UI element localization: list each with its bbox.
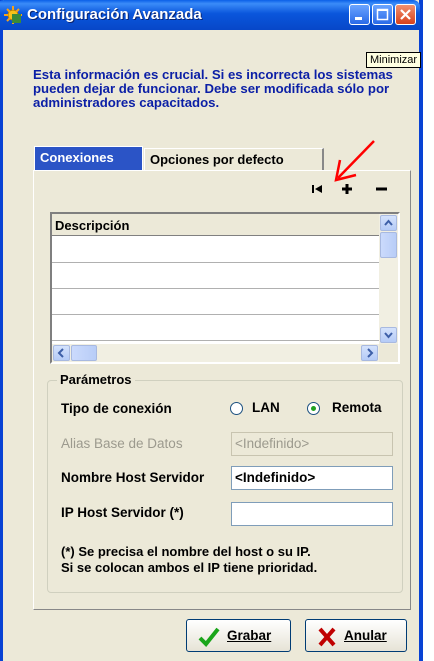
parametros-group-label: Parámetros	[57, 372, 135, 387]
minimize-tooltip: Minimizar	[366, 52, 422, 68]
scroll-left-button[interactable]	[53, 345, 70, 361]
chevron-right-icon	[367, 348, 374, 358]
radio-lan[interactable]	[230, 402, 243, 415]
close-button[interactable]	[395, 4, 416, 25]
alias-base-datos-field[interactable]: <Indefinido>	[231, 432, 393, 456]
scroll-up-button[interactable]	[380, 215, 397, 231]
grid-row-divider	[52, 262, 379, 263]
tab-opciones-por-defecto[interactable]: Opciones por defecto	[144, 148, 324, 170]
chevron-left-icon	[57, 348, 64, 358]
radio-selected-dot	[311, 406, 316, 411]
tab-conexiones[interactable]: Conexiones	[34, 146, 143, 170]
minus-icon	[376, 187, 387, 191]
scroll-corner	[379, 344, 398, 362]
chevron-down-icon	[384, 332, 393, 339]
radio-lan-label[interactable]: LAN	[252, 400, 280, 415]
first-record-button[interactable]	[306, 180, 328, 198]
app-icon	[4, 6, 22, 24]
window-title: Configuración Avanzada	[27, 6, 202, 23]
host-note-line1: (*) Se precisa el nombre del host o su I…	[61, 544, 311, 559]
horizontal-scrollbar[interactable]	[52, 344, 379, 362]
delete-record-button[interactable]	[370, 180, 392, 198]
scroll-right-button[interactable]	[361, 345, 378, 361]
anular-label: Anular	[344, 628, 387, 643]
cancel-x-icon	[318, 627, 336, 647]
anular-button[interactable]: Anular	[305, 619, 407, 652]
minimize-button[interactable]	[349, 4, 370, 25]
grid-row-divider	[52, 288, 379, 289]
title-bar[interactable]: Configuración Avanzada	[0, 0, 420, 30]
radio-remota[interactable]	[307, 402, 320, 415]
close-icon	[400, 9, 411, 20]
warning-text: Esta información es crucial. Si es incor…	[33, 67, 393, 110]
grabar-button[interactable]: Grabar	[186, 619, 291, 652]
maximize-button[interactable]	[372, 4, 393, 25]
tipo-conexion-label: Tipo de conexión	[61, 401, 172, 416]
horizontal-scroll-thumb[interactable]	[71, 345, 97, 361]
ip-host-label: IP Host Servidor (*)	[61, 505, 184, 520]
vertical-scrollbar[interactable]	[379, 214, 398, 344]
first-record-icon	[312, 185, 322, 193]
plus-icon	[342, 184, 352, 194]
chevron-up-icon	[384, 219, 393, 226]
add-record-button[interactable]	[336, 180, 358, 198]
grabar-label: Grabar	[227, 628, 272, 643]
host-note: (*) Se precisa el nombre del host o su I…	[61, 544, 317, 576]
checkmark-icon	[198, 627, 220, 647]
alias-base-datos-label: Alias Base de Datos	[61, 436, 183, 451]
grid-row-divider	[52, 340, 379, 341]
ip-host-field[interactable]	[231, 502, 393, 526]
nombre-host-field[interactable]: <Indefinido>	[231, 466, 393, 490]
records-grid[interactable]: Descripción	[50, 212, 400, 364]
grid-row-divider	[52, 314, 379, 315]
nombre-host-label: Nombre Host Servidor	[61, 470, 205, 485]
minimize-icon	[355, 17, 362, 20]
grid-column-header[interactable]: Descripción	[52, 214, 379, 236]
scroll-down-button[interactable]	[380, 327, 397, 343]
vertical-scroll-thumb[interactable]	[380, 232, 397, 258]
host-note-line2: Si se colocan ambos el IP tiene priorida…	[61, 560, 318, 575]
maximize-icon	[376, 8, 389, 21]
radio-remota-label[interactable]: Remota	[332, 400, 382, 415]
